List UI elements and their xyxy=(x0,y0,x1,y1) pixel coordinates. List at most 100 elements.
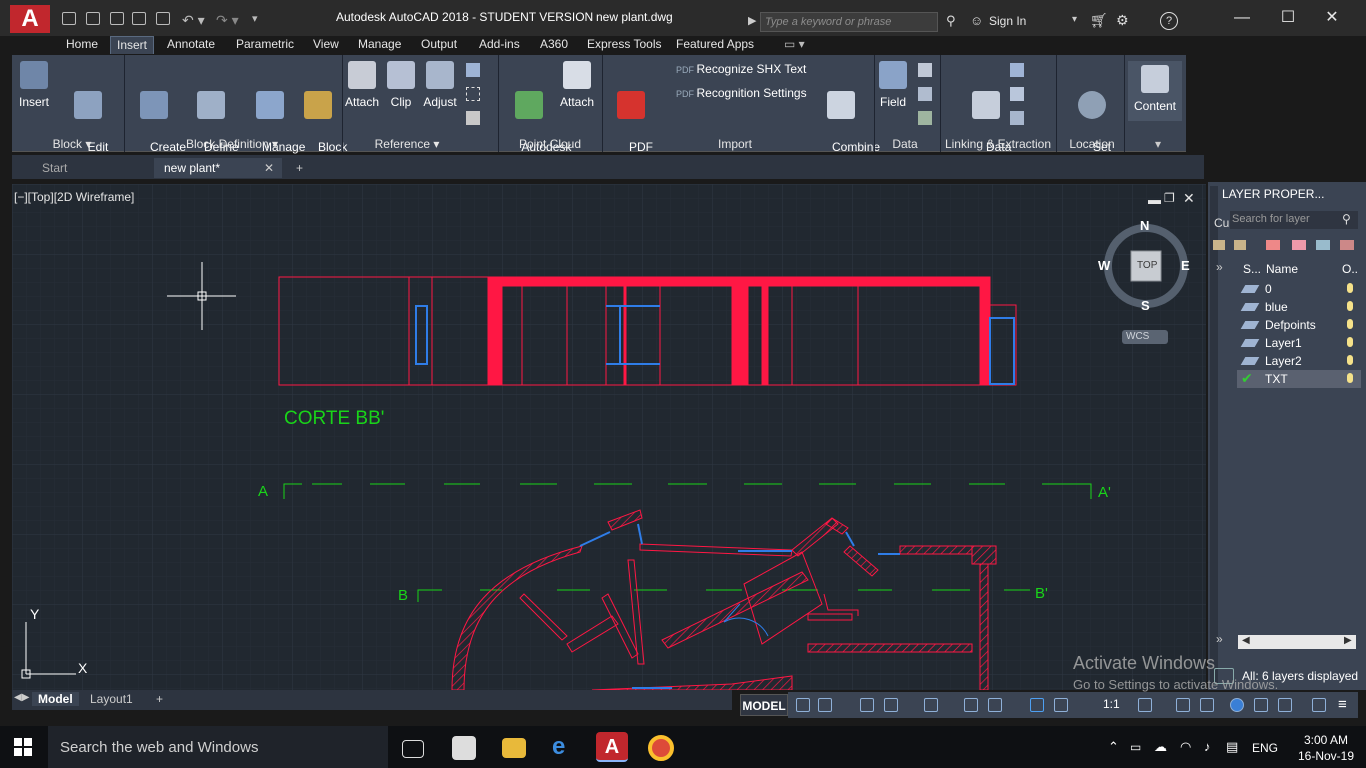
save-as-icon[interactable] xyxy=(132,12,146,25)
chrome-icon[interactable] xyxy=(648,735,674,761)
search-icon[interactable]: ⚲ xyxy=(1342,212,1351,226)
save-icon[interactable] xyxy=(110,12,124,25)
insert-button[interactable]: Insert xyxy=(16,61,52,110)
panel-reference-label[interactable]: Reference ▾ xyxy=(362,137,452,151)
new-layout-icon[interactable]: + xyxy=(156,692,163,706)
tab-model[interactable]: Model xyxy=(32,692,79,706)
windows-start-icon[interactable] xyxy=(14,738,32,756)
new-vp-layer-icon[interactable] xyxy=(1292,240,1306,250)
palette-scrollbar[interactable] xyxy=(1238,635,1356,649)
autocad-logo-icon[interactable]: A xyxy=(10,5,50,33)
tab-view[interactable]: View xyxy=(307,36,345,54)
bulb-icon[interactable] xyxy=(1347,355,1353,365)
bulb-icon[interactable] xyxy=(1347,283,1353,293)
layer-row-selected[interactable]: ✔ TXT xyxy=(1237,370,1361,388)
undo-icon[interactable]: ↶ ▾ xyxy=(182,12,205,29)
autocad-taskbar-icon[interactable]: A xyxy=(596,732,628,762)
panel-block-label[interactable]: Block ▾ xyxy=(32,137,112,151)
search-expand-icon[interactable]: ▶ xyxy=(748,14,756,27)
ortho-icon[interactable] xyxy=(860,698,874,712)
close-tab-icon[interactable]: ✕ xyxy=(264,161,274,175)
ribbon-toggle-icon[interactable]: ▭ ▾ xyxy=(778,36,811,54)
content-button[interactable]: Content xyxy=(1128,61,1182,121)
wcs-label[interactable]: WCS xyxy=(1126,331,1149,342)
exchange-icon[interactable]: ⚙ xyxy=(1116,12,1129,29)
underlay-layers-icon[interactable] xyxy=(466,63,480,77)
grid-icon[interactable] xyxy=(796,698,810,712)
language-indicator[interactable]: ENG xyxy=(1252,741,1278,755)
task-view-icon[interactable] xyxy=(402,740,424,758)
tab-scroll-icon[interactable]: ◀▶ xyxy=(14,692,29,703)
binoculars-icon[interactable]: ⚲ xyxy=(946,13,956,29)
attach-button[interactable]: Attach xyxy=(344,61,380,110)
osnap-icon[interactable] xyxy=(964,698,978,712)
tab-new-plant[interactable]: new plant* ✕ xyxy=(154,158,282,178)
viewport-minimize-icon[interactable]: ▬ xyxy=(1148,192,1161,207)
layer-states-icon[interactable] xyxy=(1213,240,1225,250)
tab-insert[interactable]: Insert xyxy=(110,36,155,54)
new-layer-icon[interactable] xyxy=(1266,240,1280,250)
help-icon[interactable]: ? xyxy=(1160,12,1178,30)
layer-row[interactable]: Defpoints xyxy=(1237,316,1361,334)
clip-button[interactable]: Clip xyxy=(386,61,416,110)
field-button[interactable]: Field xyxy=(876,61,910,110)
recognition-settings-button[interactable]: PDF Recognition Settings xyxy=(676,86,807,100)
model-space-button[interactable]: MODEL xyxy=(740,694,788,716)
tab-start[interactable]: Start xyxy=(32,158,152,178)
tab-parametric[interactable]: Parametric xyxy=(230,36,300,54)
update-fields-icon[interactable] xyxy=(918,63,932,77)
layer-row[interactable]: Layer2 xyxy=(1237,352,1361,370)
panel-block-definition-label[interactable]: Block Definition ▾ xyxy=(162,137,302,151)
user-icon[interactable]: ☺ xyxy=(970,13,983,28)
viewport-restore-icon[interactable]: ❐ xyxy=(1164,191,1175,205)
tab-express-tools[interactable]: Express Tools xyxy=(581,36,667,54)
hardware-acceleration-icon[interactable] xyxy=(1254,698,1268,712)
annotation-visibility-icon[interactable] xyxy=(1030,698,1044,712)
viewcube-top-face[interactable]: TOP xyxy=(1137,260,1157,271)
frames-icon[interactable] xyxy=(466,87,480,101)
redo-icon[interactable]: ↷ ▾ xyxy=(216,12,239,29)
layer-filter-icon[interactable] xyxy=(1234,240,1246,250)
help-search-input[interactable]: Type a keyword or phrase xyxy=(760,12,938,32)
import-data-icon[interactable] xyxy=(918,111,932,125)
plot-icon[interactable] xyxy=(156,12,170,25)
workspace-gear-icon[interactable] xyxy=(1138,698,1152,712)
network-icon[interactable]: ◠ xyxy=(1180,739,1191,755)
adjust-button[interactable]: Adjust xyxy=(422,61,458,110)
sign-in-dropdown-icon[interactable]: ▾ xyxy=(1072,14,1077,25)
file-explorer-icon[interactable] xyxy=(502,738,526,758)
recognize-shx-button[interactable]: PDF Recognize SHX Text xyxy=(676,62,806,76)
volume-icon[interactable]: ♪ xyxy=(1204,739,1211,754)
drawing-canvas[interactable] xyxy=(12,184,1206,690)
snap-underlay-icon[interactable] xyxy=(466,111,480,125)
minimize-button[interactable]: — xyxy=(1228,8,1256,28)
units-icon[interactable] xyxy=(1200,698,1214,712)
edge-icon[interactable]: e xyxy=(552,733,582,763)
onedrive-icon[interactable]: ☁ xyxy=(1154,739,1167,755)
action-center-icon[interactable]: ▤ xyxy=(1226,739,1238,755)
layer-row[interactable]: 0 xyxy=(1237,280,1361,298)
taskbar-search-input[interactable]: Search the web and Windows xyxy=(48,726,388,768)
scroll-right-icon[interactable]: ▶ xyxy=(1344,635,1352,646)
tab-manage[interactable]: Manage xyxy=(352,36,407,54)
layer-row[interactable]: Layer1 xyxy=(1237,334,1361,352)
bulb-icon[interactable] xyxy=(1347,301,1353,311)
col-on[interactable]: O.. xyxy=(1342,262,1358,276)
col-name[interactable]: Name xyxy=(1266,262,1298,276)
sign-in-button[interactable]: Sign In xyxy=(989,14,1026,28)
tab-layout1[interactable]: Layout1 xyxy=(90,692,133,706)
link-data-icon[interactable] xyxy=(918,87,932,101)
tab-home[interactable]: Home xyxy=(60,36,104,54)
store-icon[interactable] xyxy=(452,736,476,760)
autoscale-icon[interactable] xyxy=(1054,698,1068,712)
layer-search-input[interactable]: Search for layer xyxy=(1230,211,1358,229)
tab-output[interactable]: Output xyxy=(415,36,463,54)
extract-data-icon[interactable] xyxy=(1010,63,1024,77)
collapse-icon[interactable]: » xyxy=(1216,632,1223,646)
maximize-button[interactable]: ☐ xyxy=(1274,8,1302,28)
layer-row[interactable]: blue xyxy=(1237,298,1361,316)
set-current-icon[interactable] xyxy=(1340,240,1354,250)
tab-add-ins[interactable]: Add-ins xyxy=(473,36,526,54)
open-file-icon[interactable] xyxy=(86,12,100,25)
annotation-scale[interactable]: 1:1 xyxy=(1103,697,1120,711)
